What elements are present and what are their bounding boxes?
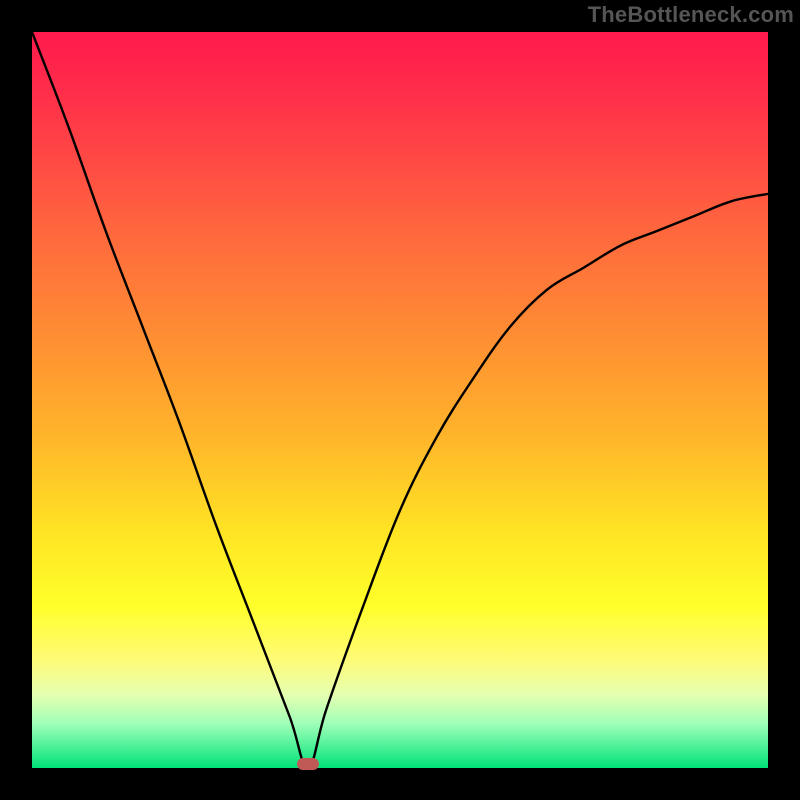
chart-frame: TheBottleneck.com (0, 0, 800, 800)
plot-area (32, 32, 768, 768)
bottleneck-curve-path (32, 32, 768, 768)
attribution-label: TheBottleneck.com (588, 2, 794, 28)
minimum-marker (297, 758, 319, 770)
chart-svg (32, 32, 768, 768)
